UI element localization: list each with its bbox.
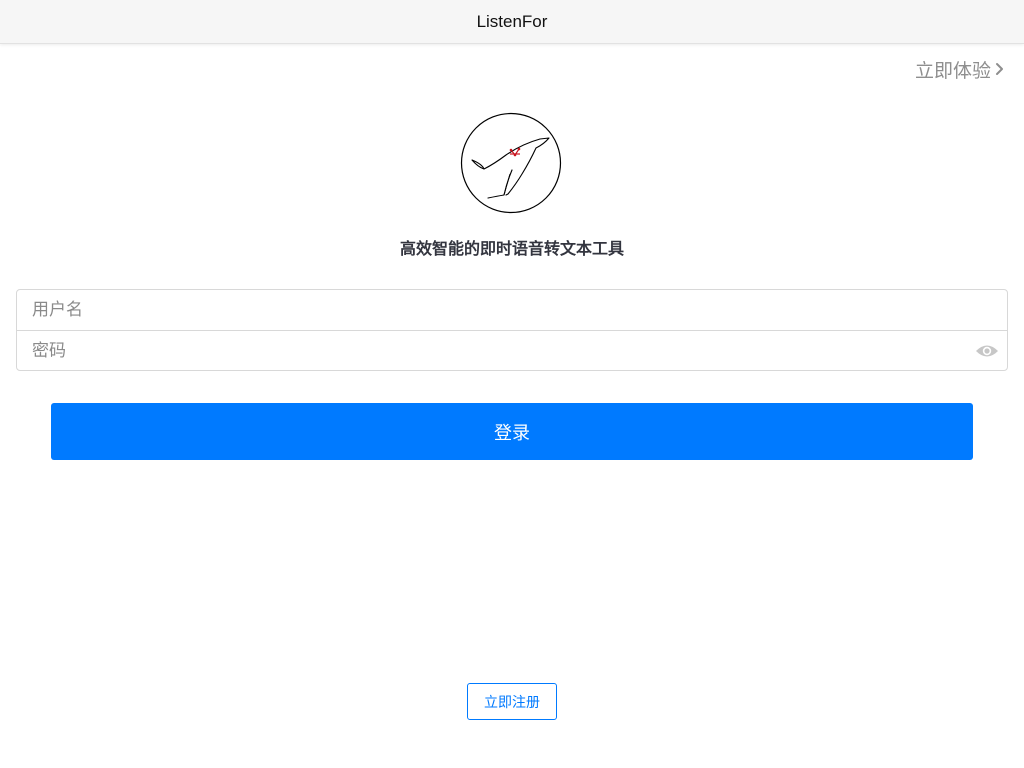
eye-icon[interactable] (975, 343, 999, 359)
password-row (17, 330, 1007, 371)
try-now-label: 立即体验 (914, 60, 991, 82)
nav-bar: ListenFor (0, 0, 1024, 44)
password-input[interactable] (17, 331, 1007, 371)
slogan-text: 高效智能的即时语音转文本工具 (399, 241, 624, 258)
username-row (17, 290, 1007, 330)
dolphin-logo-icon (460, 112, 562, 214)
login-button[interactable]: 登录 (51, 403, 973, 460)
register-button-label: 立即注册 (484, 693, 540, 710)
login-button-label: 登录 (494, 422, 530, 443)
app-title: ListenFor (476, 11, 548, 31)
username-input[interactable] (17, 290, 1007, 330)
chevron-right-icon (996, 63, 1003, 75)
login-form (16, 289, 1008, 371)
try-now-link[interactable]: 立即体验 (915, 56, 1004, 82)
register-button[interactable]: 立即注册 (467, 683, 557, 720)
